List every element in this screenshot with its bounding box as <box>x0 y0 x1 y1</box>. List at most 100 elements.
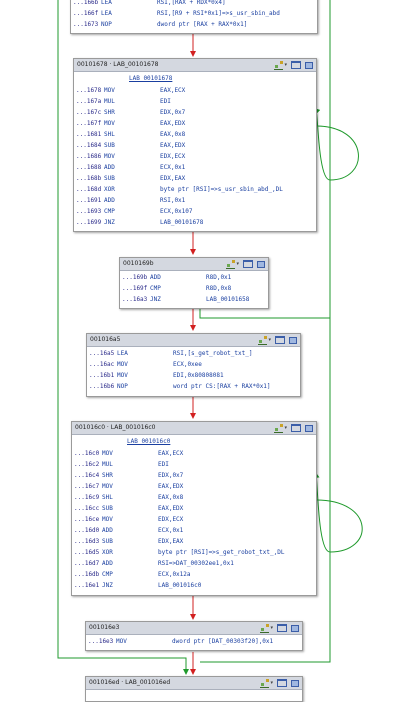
instruction-mnemonic: NOP <box>101 21 112 28</box>
instruction-row[interactable]: ...16d3 SUB EDX,EAX <box>72 536 316 547</box>
instruction-row[interactable]: ...166f LEA RSI,[R9 + RSI*0x1]=>s_usr_sb… <box>71 8 317 19</box>
instruction-mnemonic: SHR <box>102 472 113 479</box>
instruction-row[interactable]: ...16e1 JNZ LAB_001016c0 <box>72 580 316 591</box>
instruction-address: ...16c4 <box>74 472 100 479</box>
code-block-top[interactable]: ...166b LEA RSI,[RAX + RDX*0x4] ...166f … <box>70 0 318 34</box>
window-icon[interactable] <box>277 624 287 632</box>
grid-icon[interactable] <box>289 336 297 344</box>
instruction-mnemonic: ADD <box>102 527 113 534</box>
instruction-row[interactable]: ...16c4 SHR EDX,0x7 <box>72 470 316 481</box>
graph-icon[interactable] <box>274 60 284 70</box>
instruction-row[interactable]: ...16c7 MOV EAX,EDX <box>72 481 316 492</box>
instruction-row[interactable]: ...16cc SUB EAX,EDX <box>72 503 316 514</box>
edge-loop-16c0 <box>313 472 363 553</box>
instruction-row[interactable]: ...167a MUL EDI <box>74 96 316 107</box>
instruction-row[interactable]: ...16e3 MOV dword ptr [DAT_00303f20],0x1 <box>86 636 302 647</box>
code-block-001016ed[interactable]: 001016ed · LAB_001016ed ▾ <box>85 676 303 702</box>
block-title: 001016a5 <box>90 336 121 343</box>
window-icon[interactable] <box>277 679 287 687</box>
graph-icon[interactable] <box>260 678 270 688</box>
instruction-row[interactable]: ...1693 CMP ECX,0x107 <box>74 206 316 217</box>
instruction-row[interactable]: ...1691 ADD RSI,0x1 <box>74 195 316 206</box>
instruction-row[interactable]: ...167c SHR EDX,0x7 <box>74 107 316 118</box>
instruction-operands: EDX,ECX <box>158 516 184 523</box>
chevron-down-icon[interactable]: ▾ <box>284 59 287 71</box>
graph-icon[interactable] <box>274 423 284 433</box>
window-icon[interactable] <box>275 336 285 344</box>
grid-icon[interactable] <box>291 624 299 632</box>
code-block-00101678[interactable]: 00101678 · LAB_00101678 ▾ LAB_00101678 .… <box>73 58 317 232</box>
window-icon[interactable] <box>291 424 301 432</box>
graph-icon[interactable] <box>260 623 270 633</box>
block-header[interactable]: 001016a5 ▾ <box>87 334 300 347</box>
instruction-row[interactable]: ...16db CMP ECX,0x12a <box>72 569 316 580</box>
chevron-down-icon[interactable]: ▾ <box>270 677 273 689</box>
instruction-operands: R8D,0x8 <box>206 285 232 292</box>
graph-icon[interactable] <box>226 259 236 269</box>
instruction-row[interactable]: ...16b6 NOP word ptr CS:[RAX + RAX*0x1] <box>87 381 300 392</box>
instruction-row[interactable]: ...16c2 MUL EDI <box>72 459 316 470</box>
block-label[interactable]: LAB_001016c0 <box>127 436 170 447</box>
instruction-row[interactable]: ...16d7 ADD RSI=>DAT_00302ee1,0x1 <box>72 558 316 569</box>
instruction-row[interactable]: ...167f MOV EAX,EDX <box>74 118 316 129</box>
instruction-row[interactable]: ...1678 MOV EAX,ECX <box>74 85 316 96</box>
grid-icon[interactable] <box>305 61 313 69</box>
block-header[interactable]: 001016e3 ▾ <box>86 622 302 635</box>
instruction-address: ...167c <box>76 109 102 116</box>
instruction-row[interactable]: ...169f CMP R8D,0x8 <box>120 283 268 294</box>
instruction-row[interactable]: ...16d5 XOR byte ptr [RSI]=>s_get_robot_tx… <box>72 547 316 558</box>
chevron-down-icon[interactable]: ▾ <box>236 258 239 270</box>
instruction-mnemonic: SHR <box>104 109 115 116</box>
instruction-row[interactable]: ...166b LEA RSI,[RAX + RDX*0x4] <box>71 0 317 8</box>
chevron-down-icon[interactable]: ▾ <box>270 622 273 634</box>
instruction-operands: EAX,EDX <box>160 142 186 149</box>
block-header[interactable]: 001016ed · LAB_001016ed ▾ <box>86 677 302 690</box>
grid-icon[interactable] <box>257 260 265 268</box>
instruction-row[interactable]: ...169b ADD R8D,0x1 <box>120 272 268 283</box>
instruction-row[interactable]: ...16a5 LEA RSI,[s_get_robot_txt_] <box>87 348 300 359</box>
instruction-operands: RSI,[RAX + RDX*0x4] <box>157 0 226 6</box>
code-block-001016a5[interactable]: 001016a5 ▾ ...16a5 LEA RSI,[s_get_robot_tx… <box>86 333 301 397</box>
instruction-operands: EAX,EDX <box>158 483 184 490</box>
graph-icon[interactable] <box>258 335 268 345</box>
instruction-row[interactable]: ...1673 NOP dword ptr [RAX + RAX*0x1] <box>71 19 317 30</box>
instruction-row[interactable]: ...168d XOR byte ptr [RSI]=>s_usr_sbin_abd… <box>74 184 316 195</box>
instruction-mnemonic: MOV <box>102 483 113 490</box>
grid-icon[interactable] <box>305 424 313 432</box>
instruction-row[interactable]: ...16c0 MOV EAX,ECX <box>72 448 316 459</box>
instruction-operands: EAX,ECX <box>158 450 184 457</box>
instruction-row[interactable]: ...16ce MOV EDX,ECX <box>72 514 316 525</box>
instruction-row[interactable]: ...16a3 JNZ LAB_00101658 <box>120 294 268 305</box>
block-header[interactable]: 00101678 · LAB_00101678 ▾ <box>74 59 316 72</box>
instruction-row[interactable]: ...1688 ADD ECX,0x1 <box>74 162 316 173</box>
instruction-operands: byte ptr [RSI]=>s_get_robot_txt_,DL <box>158 549 285 556</box>
instruction-row[interactable]: ...16b1 MOV EDI,0x80808081 <box>87 370 300 381</box>
instruction-address: ...16b1 <box>89 372 115 379</box>
instruction-row[interactable]: ...1681 SHL EAX,0x8 <box>74 129 316 140</box>
instruction-row[interactable]: ...168b SUB EDX,EAX <box>74 173 316 184</box>
instruction-operands: RSI,[R9 + RSI*0x1]=>s_usr_sbin_abd <box>157 10 280 17</box>
grid-icon[interactable] <box>291 679 299 687</box>
instruction-mnemonic: MOV <box>116 638 127 645</box>
instruction-row[interactable]: ...1686 MOV EDX,ECX <box>74 151 316 162</box>
block-header[interactable]: 001016c0 · LAB_001016c0 ▾ <box>72 422 316 435</box>
code-block-001016e3[interactable]: 001016e3 ▾ ...16e3 MOV dword ptr [DAT_0030… <box>85 621 303 651</box>
window-icon[interactable] <box>243 260 253 268</box>
instruction-address: ...166f <box>73 10 99 17</box>
instruction-row[interactable]: ...16d0 ADD ECX,0x1 <box>72 525 316 536</box>
instruction-row[interactable]: ...16c9 SHL EAX,0x8 <box>72 492 316 503</box>
instruction-row[interactable]: ...1699 JNZ LAB_00101678 <box>74 217 316 228</box>
instruction-row[interactable]: ...1684 SUB EAX,EDX <box>74 140 316 151</box>
block-header[interactable]: 0010169b ▾ <box>120 258 268 271</box>
window-icon[interactable] <box>291 61 301 69</box>
block-label[interactable]: LAB_00101678 <box>129 73 172 84</box>
chevron-down-icon[interactable]: ▾ <box>268 334 271 346</box>
chevron-down-icon[interactable]: ▾ <box>284 422 287 434</box>
instruction-row[interactable]: ...16ac MOV ECX,0xee <box>87 359 300 370</box>
instruction-address: ...166b <box>73 0 99 6</box>
instruction-mnemonic: XOR <box>102 549 113 556</box>
code-block-0010169b[interactable]: 0010169b ▾ ...169b ADD R8D,0x1 ...169f CMP R… <box>119 257 269 309</box>
code-block-001016c0[interactable]: 001016c0 · LAB_001016c0 ▾ LAB_001016c0 .… <box>71 421 317 596</box>
block-title: 001016e3 <box>89 624 120 631</box>
instruction-mnemonic: SHL <box>104 131 115 138</box>
